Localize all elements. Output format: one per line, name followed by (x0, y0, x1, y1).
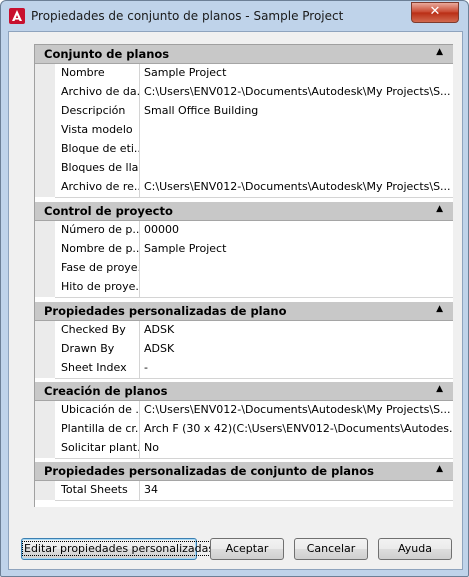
section-gutter (35, 321, 55, 378)
property-row[interactable]: Nombre Sample Project (55, 64, 453, 84)
button-label: Editar propiedades personalizadas... (22, 541, 227, 556)
property-row[interactable]: Archivo de da... C:\Users\ENV012-\Docume… (55, 83, 453, 103)
property-row[interactable]: Descripción Small Office Building (55, 102, 453, 122)
section-gutter (35, 221, 55, 297)
cancel-button[interactable]: Cancelar (294, 538, 368, 560)
section-header-control-de-proyecto[interactable]: Control de proyecto ▲ (35, 202, 453, 221)
property-value[interactable]: ADSK (141, 340, 453, 359)
section-header-propiedades-personalizadas-de-plano[interactable]: Propiedades personalizadas de plano ▲ (35, 302, 453, 321)
property-value[interactable] (141, 278, 453, 297)
property-value[interactable] (141, 159, 453, 178)
property-value[interactable] (141, 140, 453, 159)
property-row[interactable]: Sheet Index - (55, 359, 453, 379)
help-button[interactable]: Ayuda (378, 538, 452, 560)
close-button[interactable]: ✕ (411, 2, 459, 23)
edit-custom-properties-button[interactable]: Editar propiedades personalizadas... (21, 538, 227, 560)
property-row[interactable]: Drawn By ADSK (55, 340, 453, 360)
section-header-conjunto-de-planos[interactable]: Conjunto de planos ▲ (35, 45, 453, 64)
property-row[interactable]: Número de p... 00000 (55, 221, 453, 241)
property-value[interactable]: C:\Users\ENV012-\Documents\Autodesk\My P… (141, 401, 453, 420)
section-gutter (35, 481, 55, 500)
section-gutter (35, 401, 55, 458)
property-value[interactable]: 34 (141, 481, 453, 500)
property-value[interactable]: ADSK (141, 321, 453, 340)
section-title: Creación de planos (44, 384, 168, 398)
property-value[interactable]: Sample Project (141, 240, 453, 259)
property-value[interactable] (141, 259, 453, 278)
property-name: Fase de proye... (55, 259, 140, 278)
title-bar[interactable]: Propiedades de conjunto de planos - Samp… (1, 1, 468, 31)
property-name: Archivo de da... (55, 83, 140, 102)
property-value[interactable]: Small Office Building (141, 102, 453, 121)
section-title: Propiedades personalizadas de conjunto d… (44, 464, 374, 478)
property-name: Número de p... (55, 221, 140, 240)
section-header-creacion-de-planos[interactable]: Creación de planos ▲ (35, 382, 453, 401)
section-header-propiedades-personalizadas-de-conjunto[interactable]: Propiedades personalizadas de conjunto d… (35, 462, 453, 481)
property-value[interactable] (141, 121, 453, 140)
collapse-arrow-icon[interactable]: ▲ (436, 47, 443, 57)
property-name: Descripción (55, 102, 140, 121)
property-value[interactable]: C:\Users\ENV012-\Documents\Autodesk\My P… (141, 178, 453, 197)
property-grid: Conjunto de planos ▲ Nombre Sample Proje… (34, 44, 453, 507)
section-title: Conjunto de planos (44, 47, 170, 61)
collapse-arrow-icon[interactable]: ▲ (436, 464, 443, 474)
property-row[interactable]: Vista modelo (55, 121, 453, 141)
section-title: Propiedades personalizadas de plano (44, 304, 287, 318)
property-value[interactable]: - (141, 359, 453, 378)
property-name: Bloques de lla... (55, 159, 140, 178)
property-row[interactable]: Archivo de re... C:\Users\ENV012-\Docume… (55, 178, 453, 198)
property-row[interactable]: Solicitar plant... No (55, 439, 453, 459)
property-row[interactable]: Ubicación de ... C:\Users\ENV012-\Docume… (55, 401, 453, 421)
collapse-arrow-icon[interactable]: ▲ (436, 384, 443, 394)
property-row[interactable]: Nombre de p... Sample Project (55, 240, 453, 260)
property-name: Bloque de eti... (55, 140, 140, 159)
property-name: Nombre (55, 64, 140, 83)
property-value[interactable]: No (141, 439, 453, 458)
window-title: Propiedades de conjunto de planos - Samp… (31, 9, 344, 23)
property-value[interactable]: Arch F (30 x 42)(C:\Users\ENV012-\Docume… (141, 420, 453, 439)
property-row[interactable]: Fase de proye... (55, 259, 453, 279)
property-name: Drawn By (55, 340, 140, 359)
property-row[interactable]: Checked By ADSK (55, 321, 453, 341)
property-value[interactable]: 00000 (141, 221, 453, 240)
section-gutter (35, 64, 55, 197)
property-row[interactable]: Total Sheets 34 (55, 481, 453, 501)
property-name: Ubicación de ... (55, 401, 140, 420)
property-name: Hito de proye... (55, 278, 140, 297)
property-row[interactable]: Bloques de lla... (55, 159, 453, 179)
collapse-arrow-icon[interactable]: ▲ (436, 204, 443, 214)
property-name: Sheet Index (55, 359, 140, 378)
accept-button[interactable]: Aceptar (210, 538, 284, 560)
property-name: Solicitar plant... (55, 439, 140, 458)
dialog-window: Propiedades de conjunto de planos - Samp… (0, 0, 469, 577)
property-value[interactable]: C:\Users\ENV012-\Documents\Autodesk\My P… (141, 83, 453, 102)
section-title: Control de proyecto (44, 204, 173, 218)
property-name: Plantilla de cr... (55, 420, 140, 439)
property-name: Checked By (55, 321, 140, 340)
dialog-client-area: Conjunto de planos ▲ Nombre Sample Proje… (8, 31, 463, 570)
property-row[interactable]: Bloque de eti... (55, 140, 453, 160)
property-row[interactable]: Plantilla de cr... Arch F (30 x 42)(C:\U… (55, 420, 453, 440)
property-name: Nombre de p... (55, 240, 140, 259)
property-row[interactable]: Hito de proye... (55, 278, 453, 298)
autocad-logo-icon (9, 8, 25, 24)
property-name: Vista modelo (55, 121, 140, 140)
property-name: Total Sheets (55, 481, 140, 500)
collapse-arrow-icon[interactable]: ▲ (436, 304, 443, 314)
property-value[interactable]: Sample Project (141, 64, 453, 83)
property-name: Archivo de re... (55, 178, 140, 197)
